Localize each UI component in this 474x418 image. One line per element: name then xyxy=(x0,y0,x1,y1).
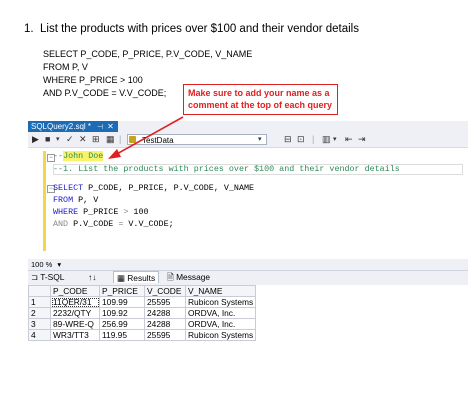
table-cell[interactable]: 24288 xyxy=(144,318,186,330)
tab-results[interactable]: ▦ Results xyxy=(113,271,160,283)
table-cell[interactable]: ORDVA, Inc. xyxy=(184,318,257,330)
cancel-icon[interactable]: ✕ xyxy=(79,134,87,145)
table-cell[interactable]: 24288 xyxy=(144,307,186,319)
tsql-tab[interactable]: ⊐ T-SQL xyxy=(31,271,64,283)
row-number[interactable]: 4 xyxy=(28,329,51,341)
results-grid-icon[interactable]: ▦ xyxy=(106,134,115,145)
comment-icon[interactable]: ⊟ xyxy=(284,134,292,145)
table-cell[interactable]: ORDVA, Inc. xyxy=(184,307,257,319)
code-line-question-comment[interactable]: --1. List the products with prices over … xyxy=(53,164,400,175)
table-cell[interactable]: Rubicon Systems xyxy=(184,296,257,308)
uncomment-icon[interactable]: ⊡ xyxy=(297,134,305,145)
row-number[interactable]: 2 xyxy=(28,307,51,319)
table-cell[interactable]: 89-WRE-Q xyxy=(50,318,100,330)
close-icon[interactable]: ✕ xyxy=(107,122,114,131)
doc-sql-line-1: SELECT P_CODE, P_PRICE, P.V_CODE, V_NAME xyxy=(43,49,253,59)
database-selector[interactable]: TestData xyxy=(127,134,267,145)
toolbar-separator: | xyxy=(312,134,315,144)
table-cell[interactable]: 119.95 xyxy=(99,329,145,341)
column-header[interactable]: P_PRICE xyxy=(99,285,145,297)
outdent-icon[interactable]: ⇥ xyxy=(358,134,366,145)
zoom-bar: 100 % ▾ xyxy=(28,259,468,270)
table-cell[interactable]: 25595 xyxy=(144,296,186,308)
table-cell[interactable]: 109.99 xyxy=(99,296,145,308)
callout-line-1: Make sure to add your name as a xyxy=(188,88,330,98)
dropdown-arrow-icon[interactable]: ▾ xyxy=(333,134,337,145)
sql-tab-icon: ⊐ xyxy=(31,272,41,282)
grid-header-row: P_CODE P_PRICE V_CODE V_NAME xyxy=(28,285,257,297)
table-cell[interactable]: 25595 xyxy=(144,329,186,341)
instruction-callout: Make sure to add your name as a comment … xyxy=(183,84,338,115)
table-cell[interactable]: 256.99 xyxy=(99,318,145,330)
zoom-level[interactable]: 100 % xyxy=(31,260,52,269)
doc-sql-line-2: FROM P, V xyxy=(43,62,88,72)
callout-line-2: comment at the top of each query xyxy=(188,100,333,110)
database-icon xyxy=(129,136,136,143)
code-line-name-comment[interactable]: --John Doe xyxy=(53,151,104,162)
table-cell[interactable]: 11QER/31 xyxy=(50,296,100,308)
stop-icon[interactable]: ■ xyxy=(45,134,50,145)
question-number: 1. xyxy=(24,23,34,35)
database-name: TestData xyxy=(142,136,174,145)
table-cell[interactable]: 2232/QTY xyxy=(50,307,100,319)
doc-sql-line-3: WHERE P_PRICE > 100 xyxy=(43,75,143,85)
plan-icon[interactable]: ⊞ xyxy=(92,134,100,145)
change-indicator-bar xyxy=(43,151,46,251)
message-icon: 🗎 xyxy=(167,272,177,282)
row-number[interactable]: 1 xyxy=(28,296,51,308)
table-row[interactable]: 1 11QER/31 109.99 25595 Rubicon Systems xyxy=(28,296,257,308)
grid-icon: ▦ xyxy=(117,273,128,283)
checkmark-icon[interactable]: ✓ xyxy=(66,134,74,145)
table-cell[interactable]: 109.92 xyxy=(99,307,145,319)
results-grid[interactable]: P_CODE P_PRICE V_CODE V_NAME 1 11QER/31 … xyxy=(28,285,257,341)
execute-arrow-icon[interactable]: ▶ xyxy=(32,134,39,145)
toolbar-separator: | xyxy=(119,134,122,144)
dropdown-arrow-icon[interactable]: ▾ xyxy=(56,134,60,145)
pin-icon[interactable]: ⊣ xyxy=(97,124,103,131)
table-cell[interactable]: Rubicon Systems xyxy=(184,329,257,341)
sort-toggle[interactable]: ↑↓ xyxy=(88,271,96,283)
question-heading: 1. List the products with prices over $10… xyxy=(24,23,359,35)
doc-sql-line-4: AND P.V_CODE = V.V_CODE; xyxy=(43,88,167,98)
column-header[interactable]: P_CODE xyxy=(50,285,100,297)
code-line-from[interactable]: FROM P, V xyxy=(53,195,98,206)
tab-messages[interactable]: 🗎 Message xyxy=(167,271,210,283)
column-header[interactable]: V_NAME xyxy=(184,285,257,297)
row-number-header[interactable] xyxy=(28,285,51,297)
indent-icon[interactable]: ⇤ xyxy=(345,134,353,145)
table-row[interactable]: 4 WR3/TT3 119.95 25595 Rubicon Systems xyxy=(28,329,257,341)
code-line-and[interactable]: AND P.V_CODE = V.V_CODE; xyxy=(53,219,174,230)
table-row[interactable]: 3 89-WRE-Q 256.99 24288 ORDVA, Inc. xyxy=(28,318,257,330)
query-file-tab-label: SQLQuery2.sql * xyxy=(31,122,92,131)
table-row[interactable]: 2 2232/QTY 109.92 24288 ORDVA, Inc. xyxy=(28,307,257,319)
author-name-highlight: John Doe xyxy=(63,151,104,161)
table-cell[interactable]: WR3/TT3 xyxy=(50,329,100,341)
column-header[interactable]: V_CODE xyxy=(144,285,186,297)
zoom-dropdown-icon[interactable]: ▾ xyxy=(57,260,61,269)
row-number[interactable]: 3 xyxy=(28,318,51,330)
list-icon[interactable]: ▥ xyxy=(322,134,331,145)
question-text: List the products with prices over $100 … xyxy=(40,23,359,35)
code-line-where[interactable]: WHERE P_PRICE > 100 xyxy=(53,207,149,218)
code-line-select[interactable]: SELECT P_CODE, P_PRICE, P.V_CODE, V_NAME xyxy=(53,183,254,194)
query-file-tab[interactable]: SQLQuery2.sql * ⊣ ✕ xyxy=(28,121,118,132)
chevron-down-icon[interactable]: ▾ xyxy=(258,134,262,145)
